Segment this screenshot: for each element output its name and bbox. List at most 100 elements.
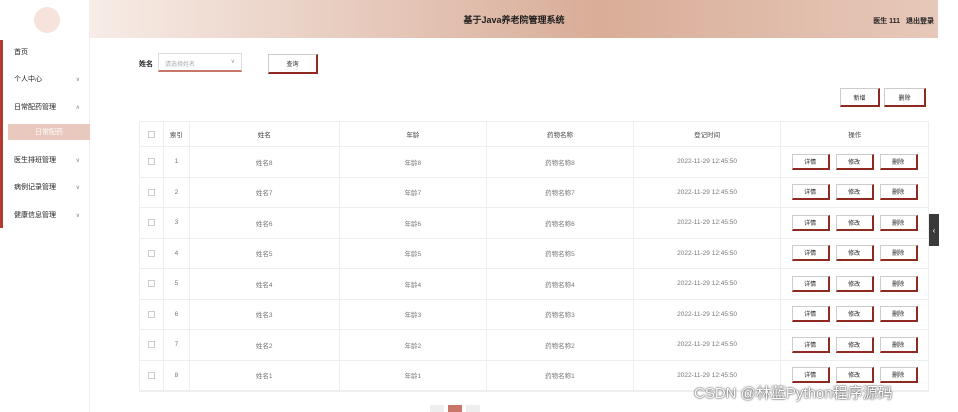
cell-name: 姓名6 [190,208,340,238]
pager-prev[interactable] [430,405,444,412]
detail-button[interactable]: 详情 [791,336,830,353]
table-row: 6 姓名3 年龄3 药物名称3 2022-11-29 12:45:50 详情 修改 删除 [140,299,928,330]
row-checkbox[interactable] [147,249,155,257]
row-checkbox[interactable] [147,219,155,227]
sidebar-item-personal-center[interactable]: 个人中心 ∨ [14,74,80,84]
name-select-placeholder: 请选择姓名 [165,62,196,68]
cell-time: 2022-11-29 12:45:50 [634,238,782,268]
cell-index: 8 [164,360,190,390]
row-checkbox[interactable] [147,158,155,166]
detail-button[interactable]: 详情 [791,184,830,201]
delete-button[interactable]: 删除 [879,336,918,353]
chevron-up-icon: ∧ [75,104,80,111]
delete-button[interactable]: 删除 [879,184,918,201]
detail-button[interactable]: 详情 [791,367,830,384]
delete-button[interactable]: 删除 [879,275,918,292]
sidebar-item-case-records[interactable]: 病例记录管理 ∨ [14,182,80,192]
cell-index: 1 [164,147,190,177]
table-row: 5 姓名4 年龄4 药物名称4 2022-11-29 12:45:50 详情 修改 删除 [140,269,928,300]
chevron-left-icon[interactable]: ‹ [929,214,939,246]
table-row: 2 姓名7 年龄7 药物名称7 2022-11-29 12:45:50 详情 修改 删除 [140,177,928,208]
cell-name: 姓名2 [190,330,340,360]
delete-button[interactable]: 删除 [879,367,918,384]
cell-drug: 药物名称4 [487,269,634,299]
cell-operations: 详情 修改 删除 [781,178,928,208]
edit-button[interactable]: 修改 [835,275,874,292]
page-title: 基于Java养老院管理系统 [463,14,565,25]
row-checkbox-cell [140,269,164,299]
sidebar-item-medication[interactable]: 日常配药管理 ∧ [14,102,80,112]
delete-button[interactable]: 删除 [879,245,918,262]
pagination [430,405,480,412]
cell-age: 年龄8 [340,147,488,177]
edit-button[interactable]: 修改 [835,184,874,201]
table-row: 7 姓名2 年龄2 药物名称2 2022-11-29 12:45:50 详情 修改 删除 [140,330,928,361]
cell-operations: 详情 修改 删除 [781,239,928,269]
logout-link[interactable]: 退出登录 [906,18,934,25]
cell-name: 姓名5 [190,238,340,268]
chevron-down-icon: ∨ [75,212,80,219]
detail-button[interactable]: 详情 [791,214,830,231]
row-checkbox-cell [140,360,164,390]
edit-button[interactable]: 修改 [835,214,874,231]
table-row: 3 姓名6 年龄6 药物名称6 2022-11-29 12:45:50 详情 修改 删除 [140,208,928,239]
edit-button[interactable]: 修改 [835,306,874,323]
cell-time: 2022-11-29 12:45:50 [634,269,782,299]
data-table: 索引 姓名 年龄 药物名称 登记时间 操作 1 姓名8 年龄8 药物名称8 2022-1… [139,121,929,392]
sidebar-subitem-daily-medication[interactable]: 日常配药 [8,124,90,140]
header: 基于Java养老院管理系统 医生 111 退出登录 [90,0,938,38]
row-checkbox-cell [140,147,164,177]
query-button[interactable]: 查询 [268,54,318,74]
cell-name: 姓名8 [190,147,340,177]
sidebar-item-doctor-schedule[interactable]: 医生排班管理 ∨ [14,155,80,165]
table-body: 1 姓名8 年龄8 药物名称8 2022-11-29 12:45:50 详情 修改 删除 2 姓名… [140,147,928,391]
detail-button[interactable]: 详情 [791,306,830,323]
cell-name: 姓名3 [190,299,340,329]
cell-drug: 药物名称7 [487,177,634,207]
select-all-checkbox[interactable] [147,130,155,138]
cell-time: 2022-11-29 12:45:50 [634,147,782,177]
cell-time: 2022-11-29 12:45:50 [634,177,782,207]
edit-button[interactable]: 修改 [835,245,874,262]
sidebar-item-home[interactable]: 首页 [14,47,80,57]
chevron-down-icon: ∨ [75,76,80,83]
row-checkbox-cell [140,299,164,329]
table-row: 1 姓名8 年龄8 药物名称8 2022-11-29 12:45:50 详情 修改 删除 [140,147,928,178]
delete-button[interactable]: 删除 [879,306,918,323]
row-checkbox[interactable] [147,280,155,288]
edit-button[interactable]: 修改 [835,336,874,353]
row-checkbox[interactable] [147,341,155,349]
column-header-name: 姓名 [190,122,340,146]
cell-index: 6 [164,299,190,329]
detail-button[interactable]: 详情 [791,245,830,262]
detail-button[interactable]: 详情 [791,153,830,170]
cell-drug: 药物名称2 [487,330,634,360]
column-header-time: 登记时间 [634,122,782,146]
pager-page[interactable] [448,405,462,412]
avatar[interactable] [34,7,60,33]
cell-operations: 详情 修改 删除 [781,330,928,360]
row-checkbox[interactable] [147,371,155,379]
batch-delete-button[interactable]: 删除 [884,88,926,107]
sidebar-item-health-info[interactable]: 健康信息管理 ∨ [14,210,80,220]
cell-drug: 药物名称5 [487,238,634,268]
edit-button[interactable]: 修改 [835,153,874,170]
row-checkbox-cell [140,177,164,207]
name-select[interactable]: 请选择姓名 ∨ [158,53,242,72]
cell-age: 年龄2 [340,330,488,360]
chevron-down-icon: ∨ [75,157,80,164]
row-checkbox[interactable] [147,310,155,318]
cell-index: 4 [164,238,190,268]
pager-next[interactable] [466,405,480,412]
detail-button[interactable]: 详情 [791,275,830,292]
edit-button[interactable]: 修改 [835,367,874,384]
cell-drug: 药物名称6 [487,208,634,238]
column-header-index: 索引 [164,122,190,146]
cell-age: 年龄4 [340,269,488,299]
cell-drug: 药物名称8 [487,147,634,177]
row-checkbox[interactable] [147,188,155,196]
delete-button[interactable]: 删除 [879,153,918,170]
add-button[interactable]: 新增 [840,88,880,107]
cell-age: 年龄6 [340,208,488,238]
delete-button[interactable]: 删除 [879,214,918,231]
